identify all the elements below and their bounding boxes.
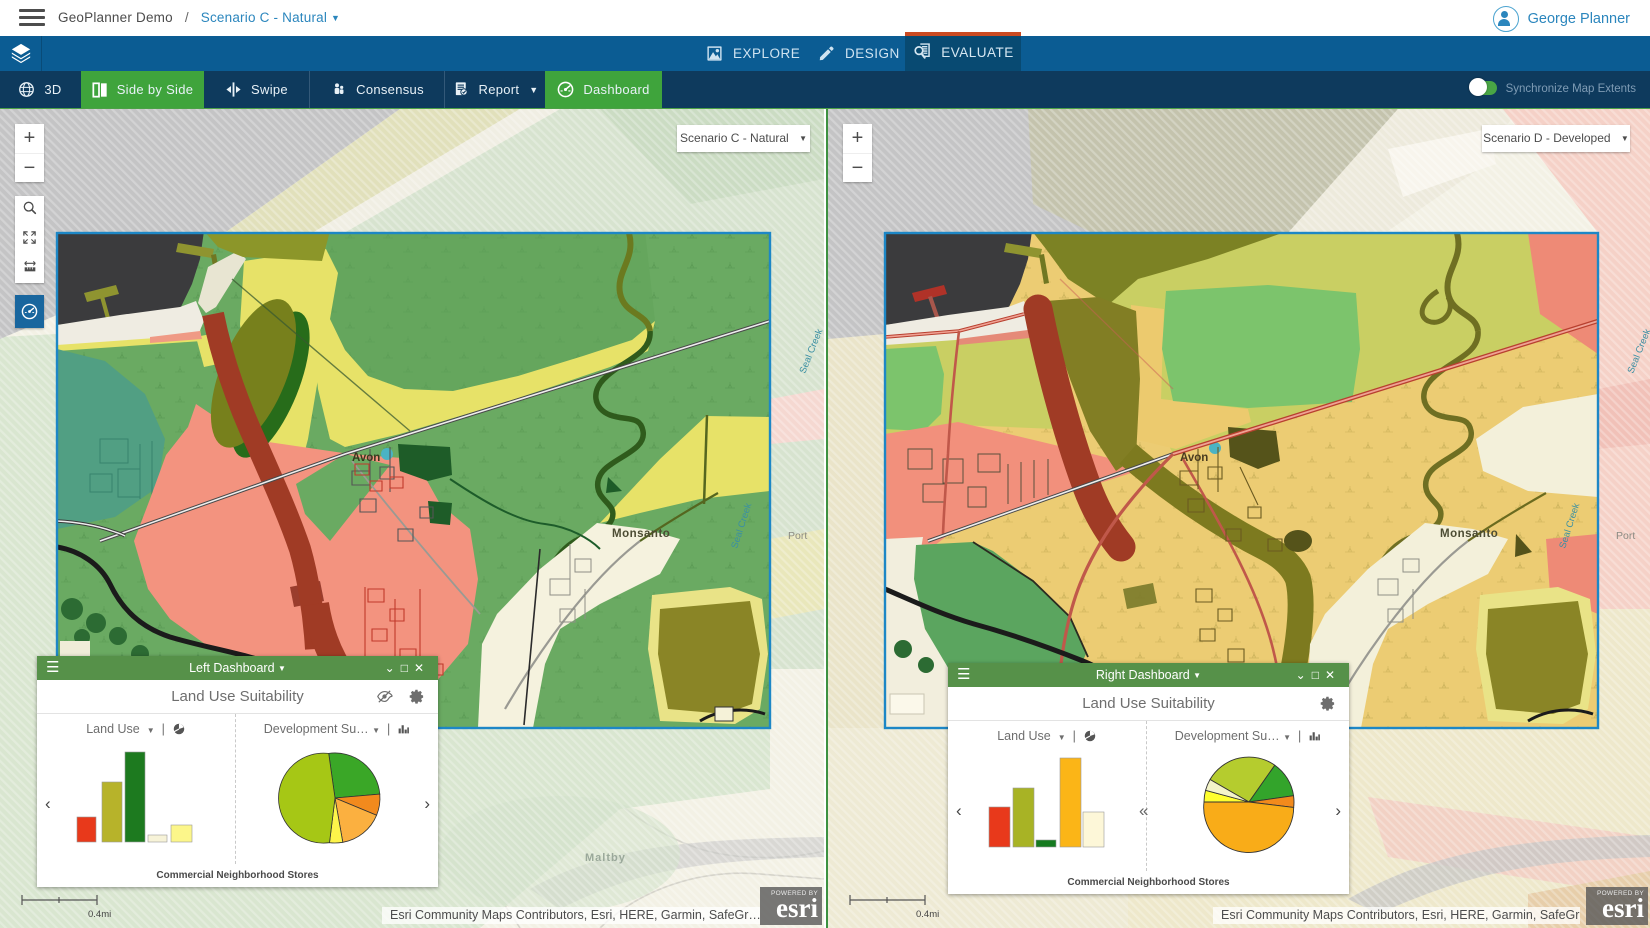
svg-text:Maltby: Maltby: [585, 852, 626, 864]
svg-text:Port: Port: [788, 530, 807, 542]
svg-text:Monsanto: Monsanto: [1440, 528, 1498, 540]
svg-text:Avon: Avon: [1180, 452, 1208, 464]
svg-text:Monsanto: Monsanto: [612, 528, 670, 540]
svg-text:Avon: Avon: [352, 452, 380, 464]
svg-text:Port: Port: [1616, 530, 1635, 542]
svg-text:0.4mi: 0.4mi: [916, 909, 939, 920]
svg-text:0.4mi: 0.4mi: [88, 909, 111, 920]
